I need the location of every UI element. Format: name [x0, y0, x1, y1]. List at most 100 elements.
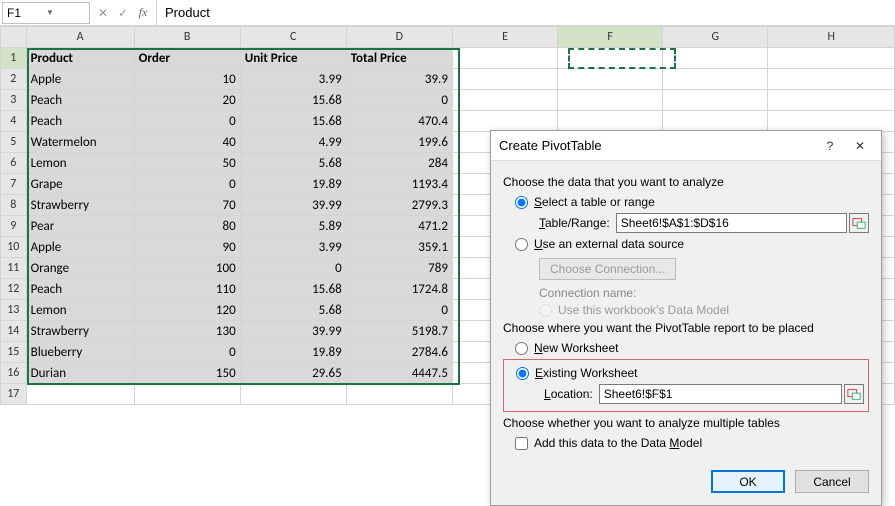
table-range-input[interactable]: [616, 213, 847, 233]
location-input[interactable]: [599, 384, 842, 404]
cell[interactable]: Strawberry: [26, 195, 134, 216]
row-header-6[interactable]: 6: [1, 153, 27, 174]
cell[interactable]: 70: [134, 195, 240, 216]
cell[interactable]: 5.68: [240, 153, 346, 174]
cell[interactable]: 2799.3: [346, 195, 452, 216]
row-header-7[interactable]: 7: [1, 174, 27, 195]
cell[interactable]: Watermelon: [26, 132, 134, 153]
cell[interactable]: 150: [134, 363, 240, 384]
row-header-3[interactable]: 3: [1, 90, 27, 111]
cell[interactable]: [26, 384, 134, 405]
cell[interactable]: 0: [134, 174, 240, 195]
radio-existing-worksheet-input[interactable]: [516, 367, 529, 380]
cell[interactable]: Durian: [26, 363, 134, 384]
help-button[interactable]: ?: [817, 135, 843, 157]
cell[interactable]: [663, 48, 768, 69]
cell[interactable]: Apple: [26, 69, 134, 90]
row-header-10[interactable]: 10: [1, 237, 27, 258]
cell[interactable]: 0: [134, 111, 240, 132]
row-header-16[interactable]: 16: [1, 363, 27, 384]
radio-new-worksheet[interactable]: New Worksheet: [515, 341, 869, 355]
cell[interactable]: [663, 111, 768, 132]
ok-button[interactable]: OK: [711, 470, 785, 493]
cell[interactable]: [558, 111, 663, 132]
cell[interactable]: 120: [134, 300, 240, 321]
cell[interactable]: 4447.5: [346, 363, 452, 384]
location-range-picker-icon[interactable]: [844, 384, 864, 404]
cell[interactable]: 470.4: [346, 111, 452, 132]
cell[interactable]: Orange: [26, 258, 134, 279]
col-header-B[interactable]: B: [134, 27, 240, 48]
name-box-dropdown-icon[interactable]: ▼: [46, 8, 85, 17]
cell[interactable]: [558, 48, 663, 69]
radio-select-table-range[interactable]: Select a table or range: [515, 195, 869, 209]
cell[interactable]: 2784.6: [346, 342, 452, 363]
cell[interactable]: [558, 90, 663, 111]
cell[interactable]: Pear: [26, 216, 134, 237]
cell[interactable]: 0: [346, 300, 452, 321]
row-header-8[interactable]: 8: [1, 195, 27, 216]
cell[interactable]: 0: [240, 258, 346, 279]
cell[interactable]: 19.89: [240, 174, 346, 195]
cell[interactable]: 39.99: [240, 195, 346, 216]
cell[interactable]: Total Price: [346, 48, 452, 69]
cell[interactable]: 3.99: [240, 69, 346, 90]
radio-external-data-source[interactable]: Use an external data source: [515, 237, 869, 251]
cell[interactable]: 39.9: [346, 69, 452, 90]
cell[interactable]: [452, 90, 557, 111]
cancel-formula-icon[interactable]: ✕: [94, 4, 112, 22]
cell[interactable]: [768, 48, 895, 69]
col-header-A[interactable]: A: [26, 27, 134, 48]
cell[interactable]: 15.68: [240, 279, 346, 300]
cell[interactable]: 284: [346, 153, 452, 174]
radio-new-worksheet-input[interactable]: [515, 342, 528, 355]
checkbox-add-to-data-model-input[interactable]: [515, 437, 528, 450]
col-header-D[interactable]: D: [346, 27, 452, 48]
cell[interactable]: Strawberry: [26, 321, 134, 342]
name-box[interactable]: F1 ▼: [2, 2, 90, 24]
cell[interactable]: 29.65: [240, 363, 346, 384]
cell[interactable]: 0: [134, 342, 240, 363]
cell[interactable]: [663, 90, 768, 111]
cell[interactable]: [768, 111, 895, 132]
cell[interactable]: [558, 69, 663, 90]
cell[interactable]: Peach: [26, 111, 134, 132]
cell[interactable]: Order: [134, 48, 240, 69]
cancel-button[interactable]: Cancel: [795, 470, 869, 493]
accept-formula-icon[interactable]: ✓: [114, 4, 132, 22]
row-header-4[interactable]: 4: [1, 111, 27, 132]
cell[interactable]: Lemon: [26, 153, 134, 174]
checkbox-add-to-data-model[interactable]: Add this data to the Data Model: [515, 436, 869, 450]
row-header-2[interactable]: 2: [1, 69, 27, 90]
cell[interactable]: 50: [134, 153, 240, 174]
cell[interactable]: Lemon: [26, 300, 134, 321]
range-picker-icon[interactable]: [849, 213, 869, 233]
cell[interactable]: [768, 90, 895, 111]
cell[interactable]: 0: [346, 90, 452, 111]
radio-existing-worksheet[interactable]: Existing Worksheet: [516, 366, 864, 380]
row-header-5[interactable]: 5: [1, 132, 27, 153]
cell[interactable]: Blueberry: [26, 342, 134, 363]
row-header-13[interactable]: 13: [1, 300, 27, 321]
cell[interactable]: Peach: [26, 279, 134, 300]
cell[interactable]: 19.89: [240, 342, 346, 363]
cell[interactable]: 5.89: [240, 216, 346, 237]
cell[interactable]: [452, 48, 557, 69]
cell[interactable]: 20: [134, 90, 240, 111]
cell[interactable]: 5198.7: [346, 321, 452, 342]
cell[interactable]: Grape: [26, 174, 134, 195]
col-header-C[interactable]: C: [240, 27, 346, 48]
cell[interactable]: [452, 69, 557, 90]
cell[interactable]: 39.99: [240, 321, 346, 342]
row-header-15[interactable]: 15: [1, 342, 27, 363]
cell[interactable]: Apple: [26, 237, 134, 258]
row-header-1[interactable]: 1: [1, 48, 27, 69]
cell[interactable]: 1724.8: [346, 279, 452, 300]
dialog-titlebar[interactable]: Create PivotTable ? ✕: [491, 131, 881, 161]
row-header-17[interactable]: 17: [1, 384, 27, 405]
cell[interactable]: 10: [134, 69, 240, 90]
col-header-F[interactable]: F: [558, 27, 663, 48]
row-header-9[interactable]: 9: [1, 216, 27, 237]
col-header-G[interactable]: G: [663, 27, 768, 48]
cell[interactable]: 359.1: [346, 237, 452, 258]
